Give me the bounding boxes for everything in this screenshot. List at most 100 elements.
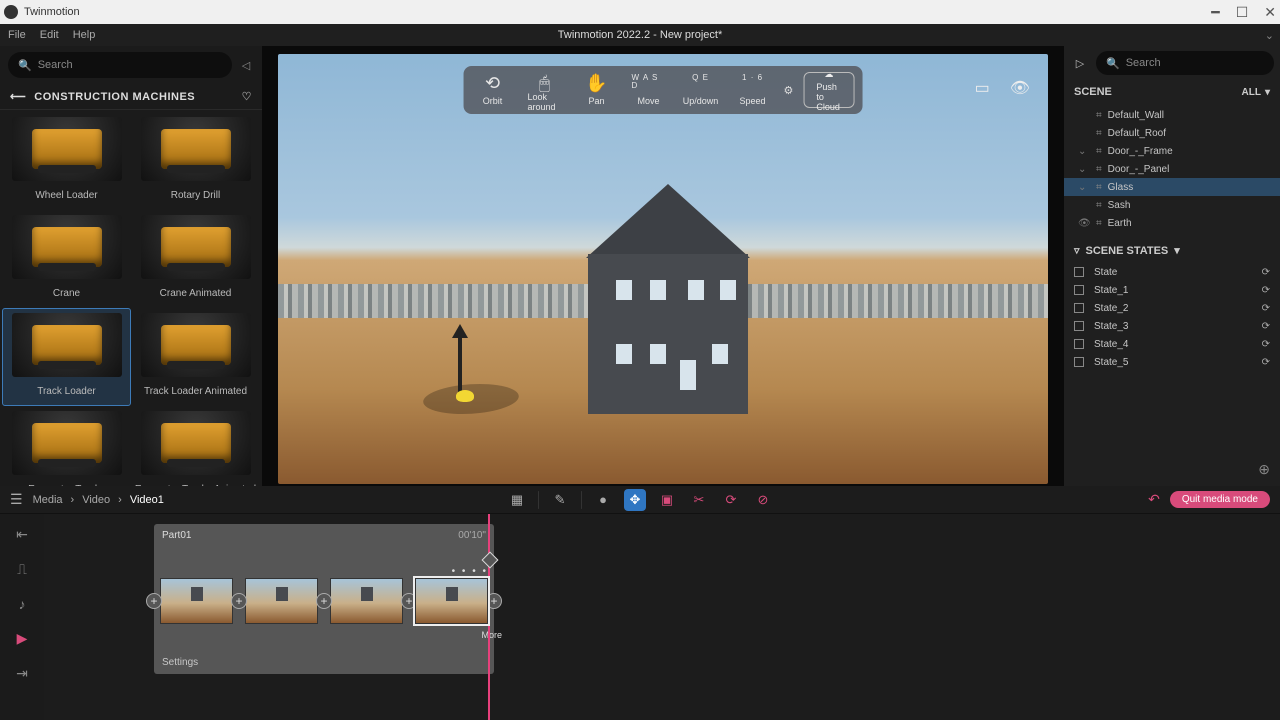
tree-row[interactable]: ⌄⌗Door_-_Panel (1064, 160, 1280, 178)
window-close-button[interactable]: ✕ (1264, 4, 1276, 21)
refresh-icon[interactable]: ⟳ (1262, 339, 1270, 350)
window-minimize-button[interactable]: ━ (1211, 4, 1219, 21)
library-search-input[interactable]: 🔍 Search (8, 52, 232, 78)
tree-row[interactable]: ⌗Default_Wall (1064, 106, 1280, 124)
state-row[interactable]: State_2⟳ (1064, 299, 1280, 317)
refresh-icon[interactable]: ⟳ (1262, 303, 1270, 314)
refresh-icon[interactable]: ⟳ (1262, 357, 1270, 368)
import-tab-icon[interactable]: ⇤ (16, 526, 28, 543)
add-button[interactable]: ⊕ (1064, 453, 1280, 486)
add-keyframe-button[interactable]: + (146, 593, 162, 609)
keyframe-tab-icon[interactable]: ⎍ (17, 561, 27, 578)
timeline-part[interactable]: Part01 00'10" • • • • + + + + + More Set… (154, 524, 494, 674)
house-model[interactable] (588, 184, 748, 414)
part-name[interactable]: Part01 (162, 530, 191, 541)
refresh-icon[interactable]: ⟳ (1262, 321, 1270, 332)
checkbox-icon[interactable] (1074, 339, 1084, 349)
tree-row[interactable]: ⌗Sash (1064, 196, 1280, 214)
layout-icon[interactable]: ▭ (975, 78, 990, 98)
crumb-current[interactable]: Video1 (130, 494, 164, 506)
add-keyframe-button[interactable]: + (231, 593, 247, 609)
add-keyframe-button[interactable]: + (316, 593, 332, 609)
tree-row[interactable]: 👁⌗Earth (1064, 214, 1280, 232)
eye-icon[interactable]: ⌄ (1078, 182, 1086, 193)
menu-file[interactable]: File (8, 29, 26, 41)
asset-crane-animated[interactable]: Crane Animated (131, 210, 260, 308)
gear-icon[interactable]: ⚙ (784, 84, 794, 97)
scene-search-input[interactable]: 🔍 Search (1096, 51, 1274, 75)
scene-states-heading[interactable]: ▿ SCENE STATES ▾ (1064, 234, 1280, 263)
export-tab-icon[interactable]: ⇥ (16, 665, 28, 682)
cut-button[interactable]: ✂ (688, 489, 710, 511)
checkbox-icon[interactable] (1074, 321, 1084, 331)
state-row[interactable]: State_3⟳ (1064, 317, 1280, 335)
checkbox-icon[interactable] (1074, 267, 1084, 277)
add-keyframe-button[interactable]: + (486, 593, 502, 609)
timeline-clip[interactable] (330, 578, 403, 624)
checkbox-icon[interactable] (1074, 357, 1084, 367)
refresh-icon[interactable]: ⟳ (1262, 267, 1270, 278)
state-row[interactable]: State_5⟳ (1064, 353, 1280, 371)
scene-filter-dropdown[interactable]: ALL ▾ (1242, 87, 1270, 98)
video-tab-icon[interactable]: ▶ (17, 630, 28, 647)
placed-object[interactable] (456, 390, 474, 402)
back-arrow-icon[interactable]: ⟵ (10, 90, 26, 103)
nav-orbit[interactable]: ⟲Orbit (472, 72, 514, 108)
menu-icon[interactable]: ☰ (10, 491, 23, 508)
part-settings-button[interactable]: Settings (162, 657, 198, 668)
nav-move[interactable]: W A S DMove (628, 72, 670, 108)
crumb-video[interactable]: Video (82, 494, 110, 506)
timeline-clip[interactable] (160, 578, 233, 624)
undo-button[interactable]: ↶ (1148, 491, 1160, 508)
nav-look-around[interactable]: 🖱Look around (524, 72, 566, 108)
window-maximize-button[interactable]: ☐ (1236, 4, 1249, 21)
favorite-icon[interactable]: ♡ (242, 90, 252, 103)
state-row[interactable]: State⟳ (1064, 263, 1280, 281)
asset-rotary-drill[interactable]: Rotary Drill (131, 112, 260, 210)
tree-row[interactable]: ⌄⌗Door_-_Frame (1064, 142, 1280, 160)
tree-row[interactable]: ⌄⌗Glass (1064, 178, 1280, 196)
move-tool-button[interactable]: ✥ (624, 489, 646, 511)
refresh-icon[interactable]: ⟳ (1262, 285, 1270, 296)
asset-excavator-tracks-animated[interactable]: Excavator Tracks Animated (131, 406, 260, 486)
marker-button[interactable]: ● (592, 489, 614, 511)
nav-speed[interactable]: 1 · 6Speed (732, 72, 774, 108)
quit-media-mode-button[interactable]: Quit media mode (1170, 491, 1270, 508)
chevron-down-icon[interactable]: ⌄ (1265, 29, 1274, 42)
state-row[interactable]: State_4⟳ (1064, 335, 1280, 353)
menu-help[interactable]: Help (73, 29, 96, 41)
timeline-clip[interactable] (415, 578, 488, 624)
asset-track-loader-animated[interactable]: Track Loader Animated (131, 308, 260, 406)
more-label[interactable]: More (481, 630, 502, 640)
asset-track-loader[interactable]: Track Loader (2, 308, 131, 406)
panel-collapse-button[interactable]: ◁ (238, 52, 254, 78)
translate-gizmo[interactable] (458, 334, 462, 394)
part-duration[interactable]: 00'10" (458, 530, 486, 541)
tree-row[interactable]: ⌗Default_Roof (1064, 124, 1280, 142)
nav-updown[interactable]: Q EUp/down (680, 72, 722, 108)
state-row[interactable]: State_1⟳ (1064, 281, 1280, 299)
push-to-cloud-button[interactable]: ☁ Push to Cloud (803, 72, 854, 108)
asset-crane[interactable]: Crane (2, 210, 131, 308)
checkbox-icon[interactable] (1074, 285, 1084, 295)
eye-icon[interactable]: ⌄ (1078, 164, 1086, 175)
stop-button[interactable]: ⊘ (752, 489, 774, 511)
timeline[interactable]: Part01 00'10" • • • • + + + + + More Set… (44, 514, 1280, 720)
crumb-media[interactable]: Media (33, 494, 63, 506)
playhead[interactable] (488, 514, 490, 720)
timeline-clip[interactable] (245, 578, 318, 624)
sync-button[interactable]: ⟳ (720, 489, 742, 511)
asset-wheel-loader[interactable]: Wheel Loader (2, 112, 131, 210)
eye-icon[interactable]: 👁 (1078, 218, 1091, 229)
visibility-icon[interactable]: 👁 (1010, 78, 1030, 98)
viewport-canvas[interactable]: ⟲Orbit 🖱Look around ✋Pan W A S DMove Q E… (278, 54, 1048, 484)
audio-tab-icon[interactable]: ♪ (19, 596, 26, 612)
checkbox-icon[interactable] (1074, 303, 1084, 313)
grid-snap-button[interactable]: ▦ (506, 489, 528, 511)
asset-excavator-tracks[interactable]: Excavator Tracks (2, 406, 131, 486)
eye-icon[interactable]: ⌄ (1078, 146, 1086, 157)
menu-edit[interactable]: Edit (40, 29, 59, 41)
brush-button[interactable]: ✎ (549, 489, 571, 511)
3d-viewport[interactable]: ⟲Orbit 🖱Look around ✋Pan W A S DMove Q E… (262, 46, 1064, 486)
delete-button[interactable]: ▣ (656, 489, 678, 511)
